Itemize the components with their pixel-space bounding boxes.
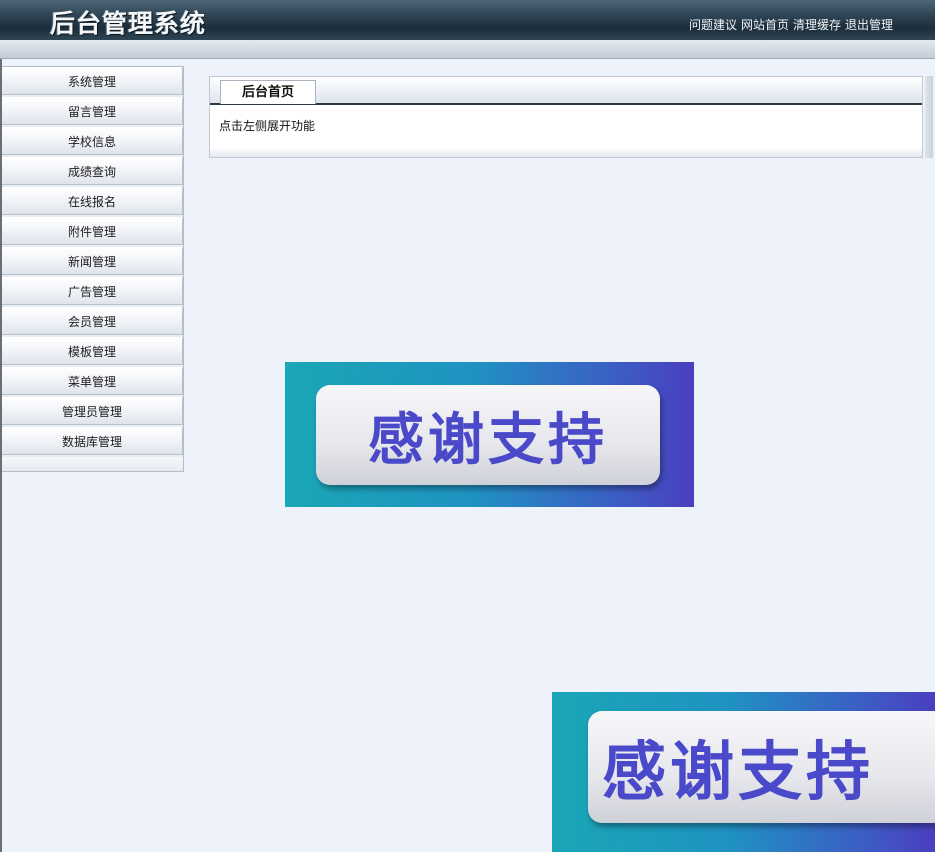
main-panel: 后台首页 点击左侧展开功能: [209, 76, 923, 158]
sidebar-item-school-info[interactable]: 学校信息: [2, 127, 183, 155]
sidebar-item-attachments[interactable]: 附件管理: [2, 217, 183, 245]
logout-link[interactable]: 退出管理: [845, 16, 893, 33]
sidebar-item-system[interactable]: 系统管理: [2, 67, 183, 95]
panel-content-text: 点击左侧展开功能: [219, 119, 316, 133]
sidebar-item-grades[interactable]: 成绩查询: [2, 157, 183, 185]
sidebar-item-database[interactable]: 数据库管理: [2, 427, 183, 455]
sidebar-menu: 系统管理 留言管理 学校信息 成绩查询 在线报名 附件管理 新闻管理 广告管理 …: [2, 66, 184, 472]
panel-footer: [210, 147, 922, 157]
sidebar-item-templates[interactable]: 模板管理: [2, 337, 183, 365]
thanks-banner-text: 感谢支持: [316, 385, 660, 485]
sidebar-item-members[interactable]: 会员管理: [2, 307, 183, 335]
top-header: 后台管理系统 问题建议 网站首页 清理缓存 退出管理: [0, 0, 935, 41]
sidebar-item-menus[interactable]: 菜单管理: [2, 367, 183, 395]
clear-cache-link[interactable]: 清理缓存: [793, 16, 841, 33]
thanks-banner: 感谢支持: [285, 362, 694, 507]
sidebar-item-admins[interactable]: 管理员管理: [2, 397, 183, 425]
site-home-link[interactable]: 网站首页: [741, 16, 789, 33]
tab-admin-home[interactable]: 后台首页: [220, 80, 316, 104]
sidebar-item-news[interactable]: 新闻管理: [2, 247, 183, 275]
thanks-banner-large: 感谢支持: [552, 692, 935, 852]
panel-side-edge: [925, 76, 933, 158]
panel-tab-bar: 后台首页: [210, 77, 922, 105]
feedback-link[interactable]: 问题建议: [689, 16, 737, 33]
app-title: 后台管理系统: [50, 9, 207, 38]
header-subbar: [0, 40, 935, 59]
sidebar-footer: [2, 457, 183, 471]
sidebar-item-messages[interactable]: 留言管理: [2, 97, 183, 125]
sidebar-item-ads[interactable]: 广告管理: [2, 277, 183, 305]
sidebar-item-registration[interactable]: 在线报名: [2, 187, 183, 215]
thanks-banner-large-text: 感谢支持: [588, 711, 935, 823]
header-links: 问题建议 网站首页 清理缓存 退出管理: [689, 16, 893, 33]
